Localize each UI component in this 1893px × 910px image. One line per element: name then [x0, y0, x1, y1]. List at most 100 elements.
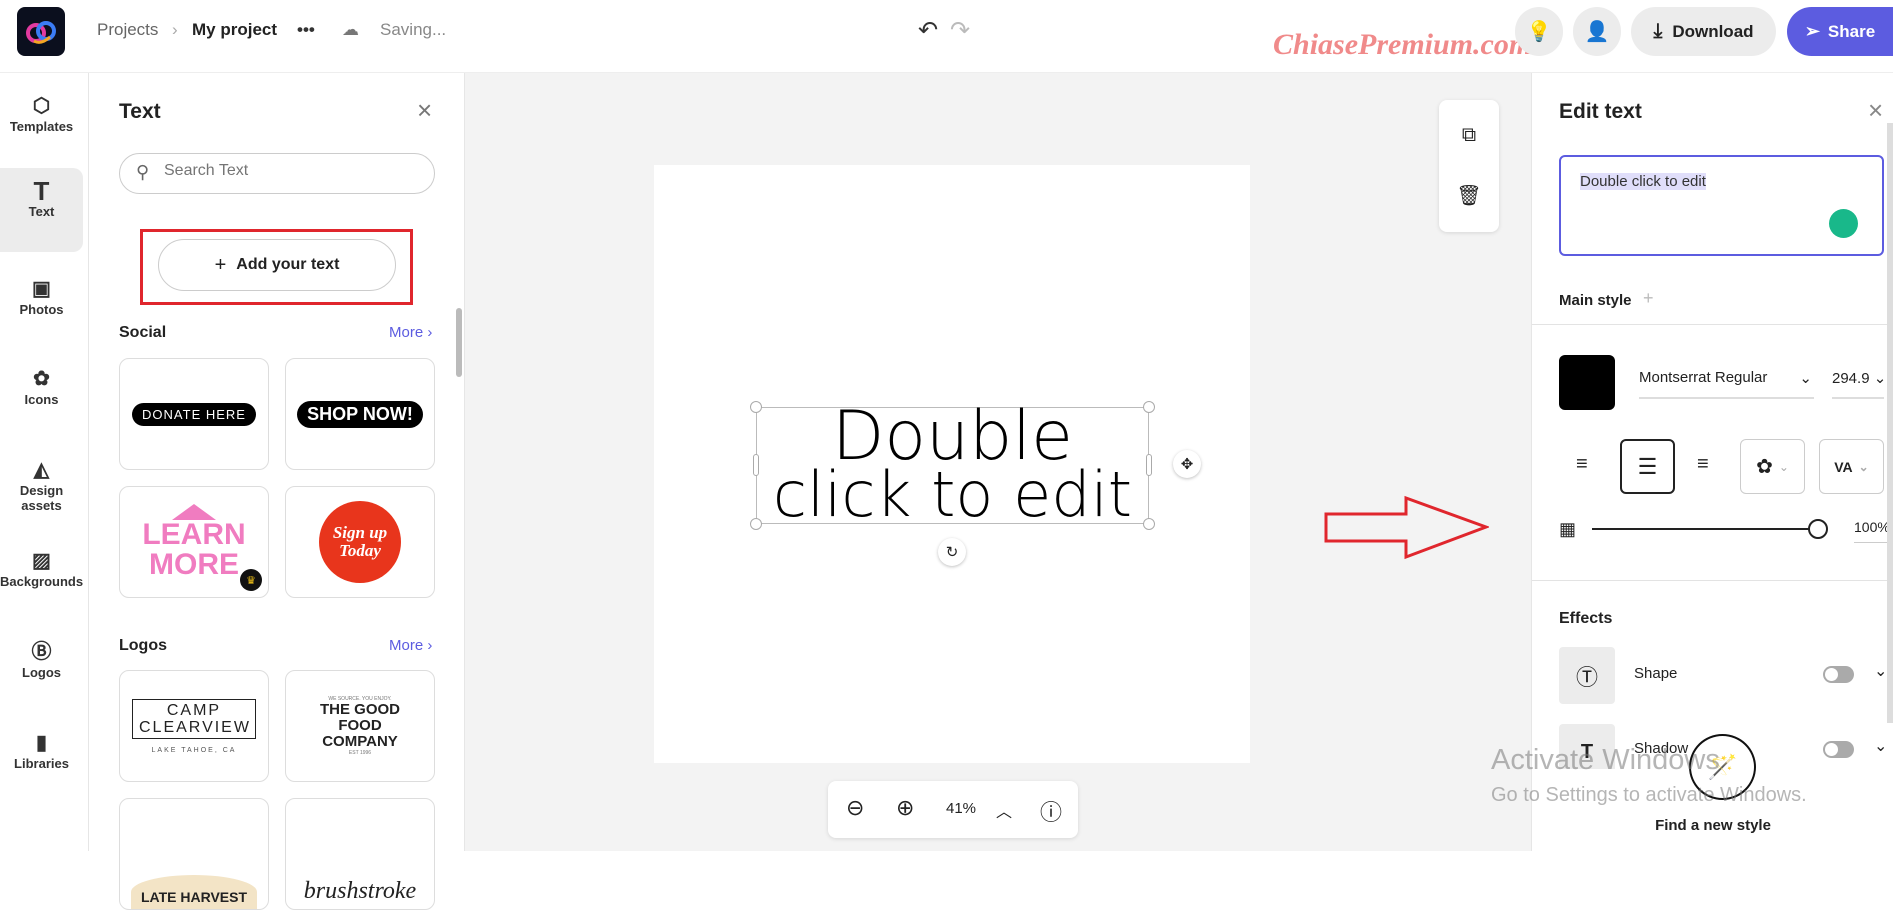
photos-icon: ▣ [32, 278, 51, 300]
redo-icon[interactable]: ↷ [950, 16, 970, 45]
align-center-icon: ☰ [1637, 453, 1658, 479]
activate-windows-title: Activate Windows [1491, 744, 1720, 776]
rail-item-icons[interactable]: ✿ Icons [0, 366, 83, 407]
rail-item-templates[interactable]: ⬡ Templates [0, 93, 83, 134]
align-right-icon[interactable]: ≡ [1697, 453, 1709, 476]
activate-windows-subtitle: Go to Settings to activate Windows. [1491, 784, 1807, 806]
breadcrumb-projects[interactable]: Projects [97, 20, 158, 40]
shadow-toggle[interactable] [1823, 741, 1854, 758]
share-button[interactable]: ➢ Share [1787, 7, 1893, 56]
project-name[interactable]: My project [192, 20, 277, 40]
design-assets-icon: ◭ [33, 459, 50, 481]
add-style-icon[interactable]: + [1643, 288, 1654, 309]
libraries-icon: ▮ [35, 732, 47, 754]
backgrounds-icon: ▨ [32, 550, 51, 572]
zoom-in-icon[interactable]: ⊕ [896, 795, 914, 821]
left-rail: ⬡ Templates T Text ▣ Photos ✿ Icons ◭ Design … [0, 73, 89, 851]
text-template-card[interactable]: SHOP NOW! [285, 358, 435, 470]
grammar-check-icon[interactable] [1829, 209, 1858, 238]
logos-more-link[interactable]: More › [389, 637, 432, 654]
section-title-social: Social [119, 324, 167, 341]
save-status: Saving... [380, 20, 447, 39]
resize-handle[interactable] [750, 401, 762, 413]
lightbulb-button[interactable]: 💡 [1515, 7, 1563, 56]
undo-icon[interactable]: ↶ [918, 16, 938, 45]
opacity-slider-track[interactable] [1592, 528, 1812, 530]
logo-template-card[interactable]: CAMP CLEARVIEW LAKE TAHOE, CA [119, 670, 269, 782]
text-content-input[interactable]: Double click to edit [1559, 155, 1884, 256]
rail-item-logos[interactable]: Ⓑ Logos [0, 639, 83, 680]
close-icon[interactable]: × [417, 95, 432, 126]
logo-template-card[interactable]: brushstroke [285, 798, 435, 910]
rail-item-libraries[interactable]: ▮ Libraries [0, 730, 83, 771]
text-template-card[interactable]: DONATE HERE [119, 358, 269, 470]
font-style-icon: ✿ [1756, 456, 1773, 478]
main-style-label: Main style [1559, 292, 1632, 309]
top-bar: Projects › My project ••• ☁ Saving... ↶ … [0, 0, 1893, 73]
cloud-sync-icon: ☁ [342, 20, 359, 39]
duplicate-icon[interactable]: ⧉ [1454, 120, 1484, 150]
text-template-card[interactable]: Sign up Today [285, 486, 435, 598]
align-left-icon[interactable]: ≡ [1576, 453, 1588, 476]
effect-label: Shape [1634, 665, 1678, 682]
rail-item-design-assets[interactable]: ◭ Design assets [0, 457, 83, 513]
logos-icon: Ⓑ [31, 641, 52, 663]
close-icon[interactable]: × [1868, 95, 1883, 126]
section-title-logos: Logos [119, 637, 167, 654]
invite-button[interactable]: 👤 [1573, 7, 1621, 56]
align-center-button[interactable]: ☰ [1620, 439, 1675, 494]
canvas-text-line: click to edit [772, 458, 1133, 531]
opacity-slider-thumb[interactable] [1808, 519, 1828, 539]
logo-template-card[interactable]: WE SOURCE. YOU ENJOY. THE GOOD FOOD COMP… [285, 670, 435, 782]
spacing-dropdown[interactable]: VA ⌄ [1819, 439, 1884, 494]
info-icon[interactable]: ⓘ [1040, 795, 1062, 827]
chevron-down-icon[interactable]: ⌄ [1874, 661, 1887, 681]
logo-template-card[interactable]: LATE HARVEST [119, 798, 269, 910]
resize-handle[interactable] [750, 518, 762, 530]
download-button[interactable]: ⤓ Download [1631, 7, 1776, 56]
canvas-area: Double click to edit ✥ ↻ ⧉ 🗑 ⊖ ⊕ 41% ︿ ⓘ [465, 73, 1531, 851]
social-more-link[interactable]: More › [389, 324, 432, 341]
side-handle[interactable] [1146, 454, 1152, 476]
rail-item-text[interactable]: T Text [0, 178, 83, 219]
side-handle[interactable] [753, 454, 759, 476]
app-logo[interactable] [17, 7, 65, 56]
chevron-up-icon[interactable]: ︿ [996, 798, 1012, 822]
search-icon: ⚲ [136, 162, 150, 182]
rail-item-photos[interactable]: ▣ Photos [0, 276, 83, 317]
find-new-style-label[interactable]: Find a new style [1532, 817, 1893, 834]
resize-handle[interactable] [1143, 401, 1155, 413]
search-field[interactable] [164, 162, 414, 180]
zoom-controls: ⊖ ⊕ 41% ︿ ⓘ [828, 781, 1078, 838]
rail-item-backgrounds[interactable]: ▨ Backgrounds [0, 548, 83, 589]
trash-icon[interactable]: 🗑 [1454, 180, 1484, 210]
add-your-text-button[interactable]: + Add your text [158, 239, 396, 291]
chevron-down-icon[interactable]: ⌄ [1874, 736, 1887, 756]
opacity-icon: ▦ [1559, 519, 1577, 539]
rotate-icon[interactable]: ↻ [938, 538, 966, 566]
font-family-select[interactable]: Montserrat Regular ⌄ [1639, 369, 1814, 399]
icons-icon: ✿ [33, 368, 50, 390]
watermark: ChiasePremium.com [1273, 28, 1533, 61]
search-input[interactable]: ⚲ [119, 153, 435, 194]
text-panel: Text × ⚲ +Add your text Social More › DO… [89, 73, 465, 910]
letter-spacing-icon: VA [1834, 458, 1853, 475]
element-toolbar: ⧉ 🗑 [1439, 100, 1499, 232]
resize-handle[interactable] [1143, 518, 1155, 530]
scrollbar[interactable] [456, 308, 462, 377]
move-icon[interactable]: ✥ [1173, 450, 1201, 478]
text-style-dropdown[interactable]: ✿ ⌄ [1740, 439, 1805, 494]
text-element[interactable]: Double click to edit [750, 401, 1155, 531]
shape-toggle[interactable] [1823, 666, 1854, 683]
templates-icon: ⬡ [32, 95, 51, 117]
color-swatch[interactable] [1559, 355, 1615, 410]
font-size-select[interactable]: 294.9 ⌄ [1832, 369, 1886, 399]
shape-effect-icon: Ⓣ [1559, 647, 1615, 704]
panel-title: Text [119, 100, 161, 123]
scrollbar[interactable] [1887, 123, 1893, 723]
effects-label: Effects [1559, 610, 1613, 627]
zoom-out-icon[interactable]: ⊖ [846, 795, 864, 821]
text-template-card[interactable]: LEARN MORE ♛ [119, 486, 269, 598]
more-options-button[interactable]: ••• [297, 20, 315, 40]
zoom-level[interactable]: 41% [946, 800, 976, 817]
